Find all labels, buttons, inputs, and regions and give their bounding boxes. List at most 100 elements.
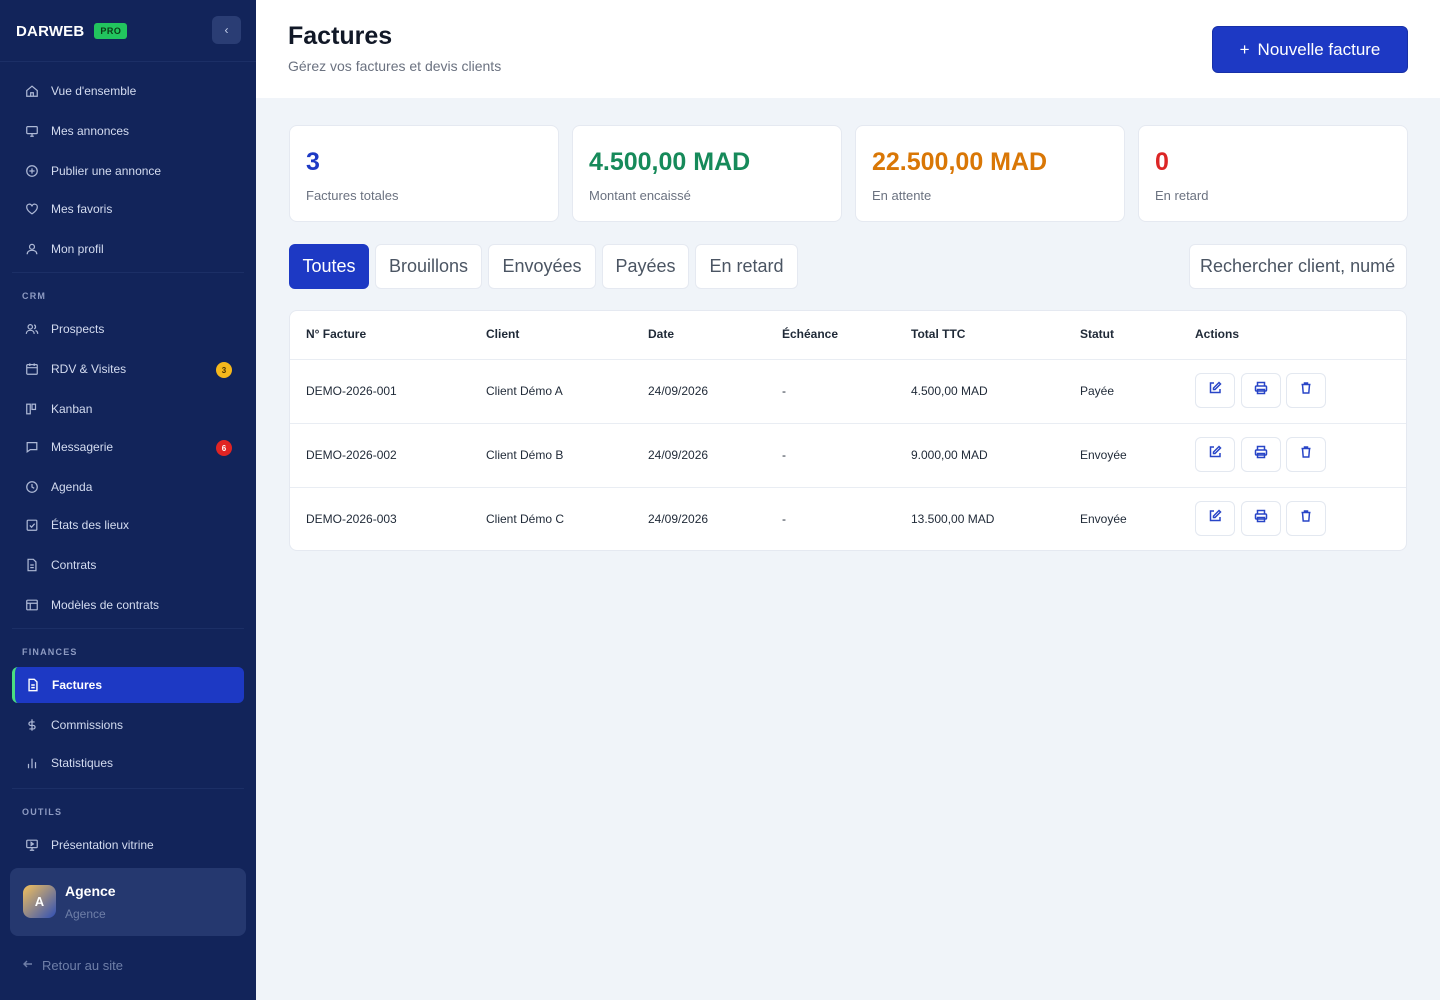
print-button[interactable] [1241,373,1281,408]
edit-button[interactable] [1195,501,1235,536]
sidebar-item-messaging[interactable]: Messagerie 6 [12,429,244,465]
print-button[interactable] [1241,437,1281,472]
table-row[interactable]: DEMO-2026-001 Client Démo A 24/09/2026 -… [290,359,1406,423]
sidebar-item-inspections[interactable]: États des lieux [12,507,244,543]
page-title: Factures [288,22,393,50]
calendar-icon [24,361,40,377]
due-date: - [782,384,786,398]
brand[interactable]: DARWEB PRO [16,20,128,42]
delete-button[interactable] [1286,373,1326,408]
invoices-table: N° Facture Client Date Échéance Total TT… [289,310,1407,551]
sidebar-item-overview[interactable]: Vue d'ensemble [12,73,244,109]
divider [12,272,244,273]
column-header-number[interactable]: N° Facture [306,327,366,341]
sidebar-item-commissions[interactable]: Commissions [12,707,244,743]
page-header: Factures Gérez vos factures et devis cli… [256,0,1440,98]
section-label-tools: OUTILS [22,807,63,817]
sidebar-item-label: Mes annonces [51,124,130,138]
back-to-site-link[interactable]: Retour au site [22,956,123,974]
section-label-crm: CRM [22,291,47,301]
column-header-date[interactable]: Date [648,327,674,341]
section-label-finances: FINANCES [22,647,78,657]
pro-badge: PRO [94,23,128,39]
delete-icon [1299,381,1313,400]
divider [12,788,244,789]
sidebar-item-kanban[interactable]: Kanban [12,391,244,427]
column-header-status: Statut [1080,327,1114,341]
search-input[interactable] [1189,244,1407,289]
clock-icon [24,479,40,495]
table-row[interactable]: DEMO-2026-002 Client Démo B 24/09/2026 -… [290,423,1406,487]
print-button[interactable] [1241,501,1281,536]
stat-value: 3 [306,148,320,176]
sidebar-item-label: Mon profil [51,242,104,256]
edit-button[interactable] [1195,437,1235,472]
edit-button[interactable] [1195,373,1235,408]
sidebar-item-showcase[interactable]: Présentation vitrine [12,827,244,863]
sidebar: DARWEB PRO ‹ Vue d'ensemble Mes annonces… [0,0,256,1000]
notification-badge: 6 [216,440,232,456]
client-name: Client Démo C [486,512,565,526]
new-invoice-button[interactable]: + Nouvelle facture [1212,26,1408,73]
stat-value: 0 [1155,148,1169,176]
tab-all[interactable]: Toutes [289,244,369,289]
print-icon [1254,381,1268,400]
presentation-icon [24,837,40,853]
sidebar-item-agenda[interactable]: Agenda [12,469,244,505]
total-ttc: 9.000,00 MAD [911,448,988,462]
sidebar-item-statistics[interactable]: Statistiques [12,745,244,781]
column-header-total[interactable]: Total TTC [911,327,965,341]
tab-overdue[interactable]: En retard [695,244,798,289]
stat-value: 22.500,00 MAD [872,148,1048,176]
stat-card-collected: 4.500,00 MAD Montant encaissé [572,125,842,222]
invoice-date: 24/09/2026 [648,384,709,398]
due-date: - [782,512,786,526]
delete-button[interactable] [1286,437,1326,472]
page-subtitle: Gérez vos factures et devis clients [288,58,502,74]
sidebar-item-contracts[interactable]: Contrats [12,547,244,583]
edit-icon [1208,445,1222,464]
sidebar-item-label: Commissions [51,718,124,732]
table-row[interactable]: DEMO-2026-003 Client Démo C 24/09/2026 -… [290,487,1406,550]
delete-button[interactable] [1286,501,1326,536]
clipboard-check-icon [24,517,40,533]
collapse-sidebar-button[interactable]: ‹ [212,16,241,44]
sidebar-item-prospects[interactable]: Prospects [12,311,244,347]
plus-icon: + [1239,39,1250,59]
arrow-left-icon [22,958,34,973]
tab-sent[interactable]: Envoyées [488,244,596,289]
template-icon [24,597,40,613]
tab-drafts[interactable]: Brouillons [375,244,482,289]
sidebar-item-listings[interactable]: Mes annonces [12,113,244,149]
status-badge: Envoyée [1080,448,1127,462]
plus-circle-icon [24,163,40,179]
invoice-date: 24/09/2026 [648,512,709,526]
new-invoice-label: Nouvelle facture [1257,39,1381,59]
sidebar-item-publish[interactable]: Publier une annonce [12,153,244,189]
stat-label: Factures totales [306,188,399,203]
notification-badge: 3 [216,362,232,378]
dollar-icon [24,717,40,733]
total-ttc: 4.500,00 MAD [911,384,988,398]
sidebar-item-appointments[interactable]: RDV & Visites 3 [12,351,244,387]
delete-icon [1299,445,1313,464]
avatar: A [23,885,56,918]
user-card[interactable]: A Agence Agence [10,868,246,936]
sidebar-item-label: Factures [52,678,103,692]
invoice-icon [25,677,41,693]
sidebar-item-invoices[interactable]: Factures [12,667,244,703]
invoice-number: DEMO-2026-003 [306,512,397,526]
client-name: Client Démo B [486,448,564,462]
stat-label: Montant encaissé [589,188,691,203]
sidebar-item-favorites[interactable]: Mes favoris [12,191,244,227]
sidebar-item-label: RDV & Visites [51,362,127,376]
sidebar-item-profile[interactable]: Mon profil [12,231,244,267]
sidebar-item-contract-templates[interactable]: Modèles de contrats [12,587,244,623]
stat-value: 4.500,00 MAD [589,148,751,176]
edit-icon [1208,509,1222,528]
sidebar-item-label: Prospects [51,322,105,336]
kanban-icon [24,401,40,417]
column-header-client[interactable]: Client [486,327,519,341]
tab-paid[interactable]: Payées [602,244,689,289]
column-header-due-date[interactable]: Échéance [782,327,838,341]
